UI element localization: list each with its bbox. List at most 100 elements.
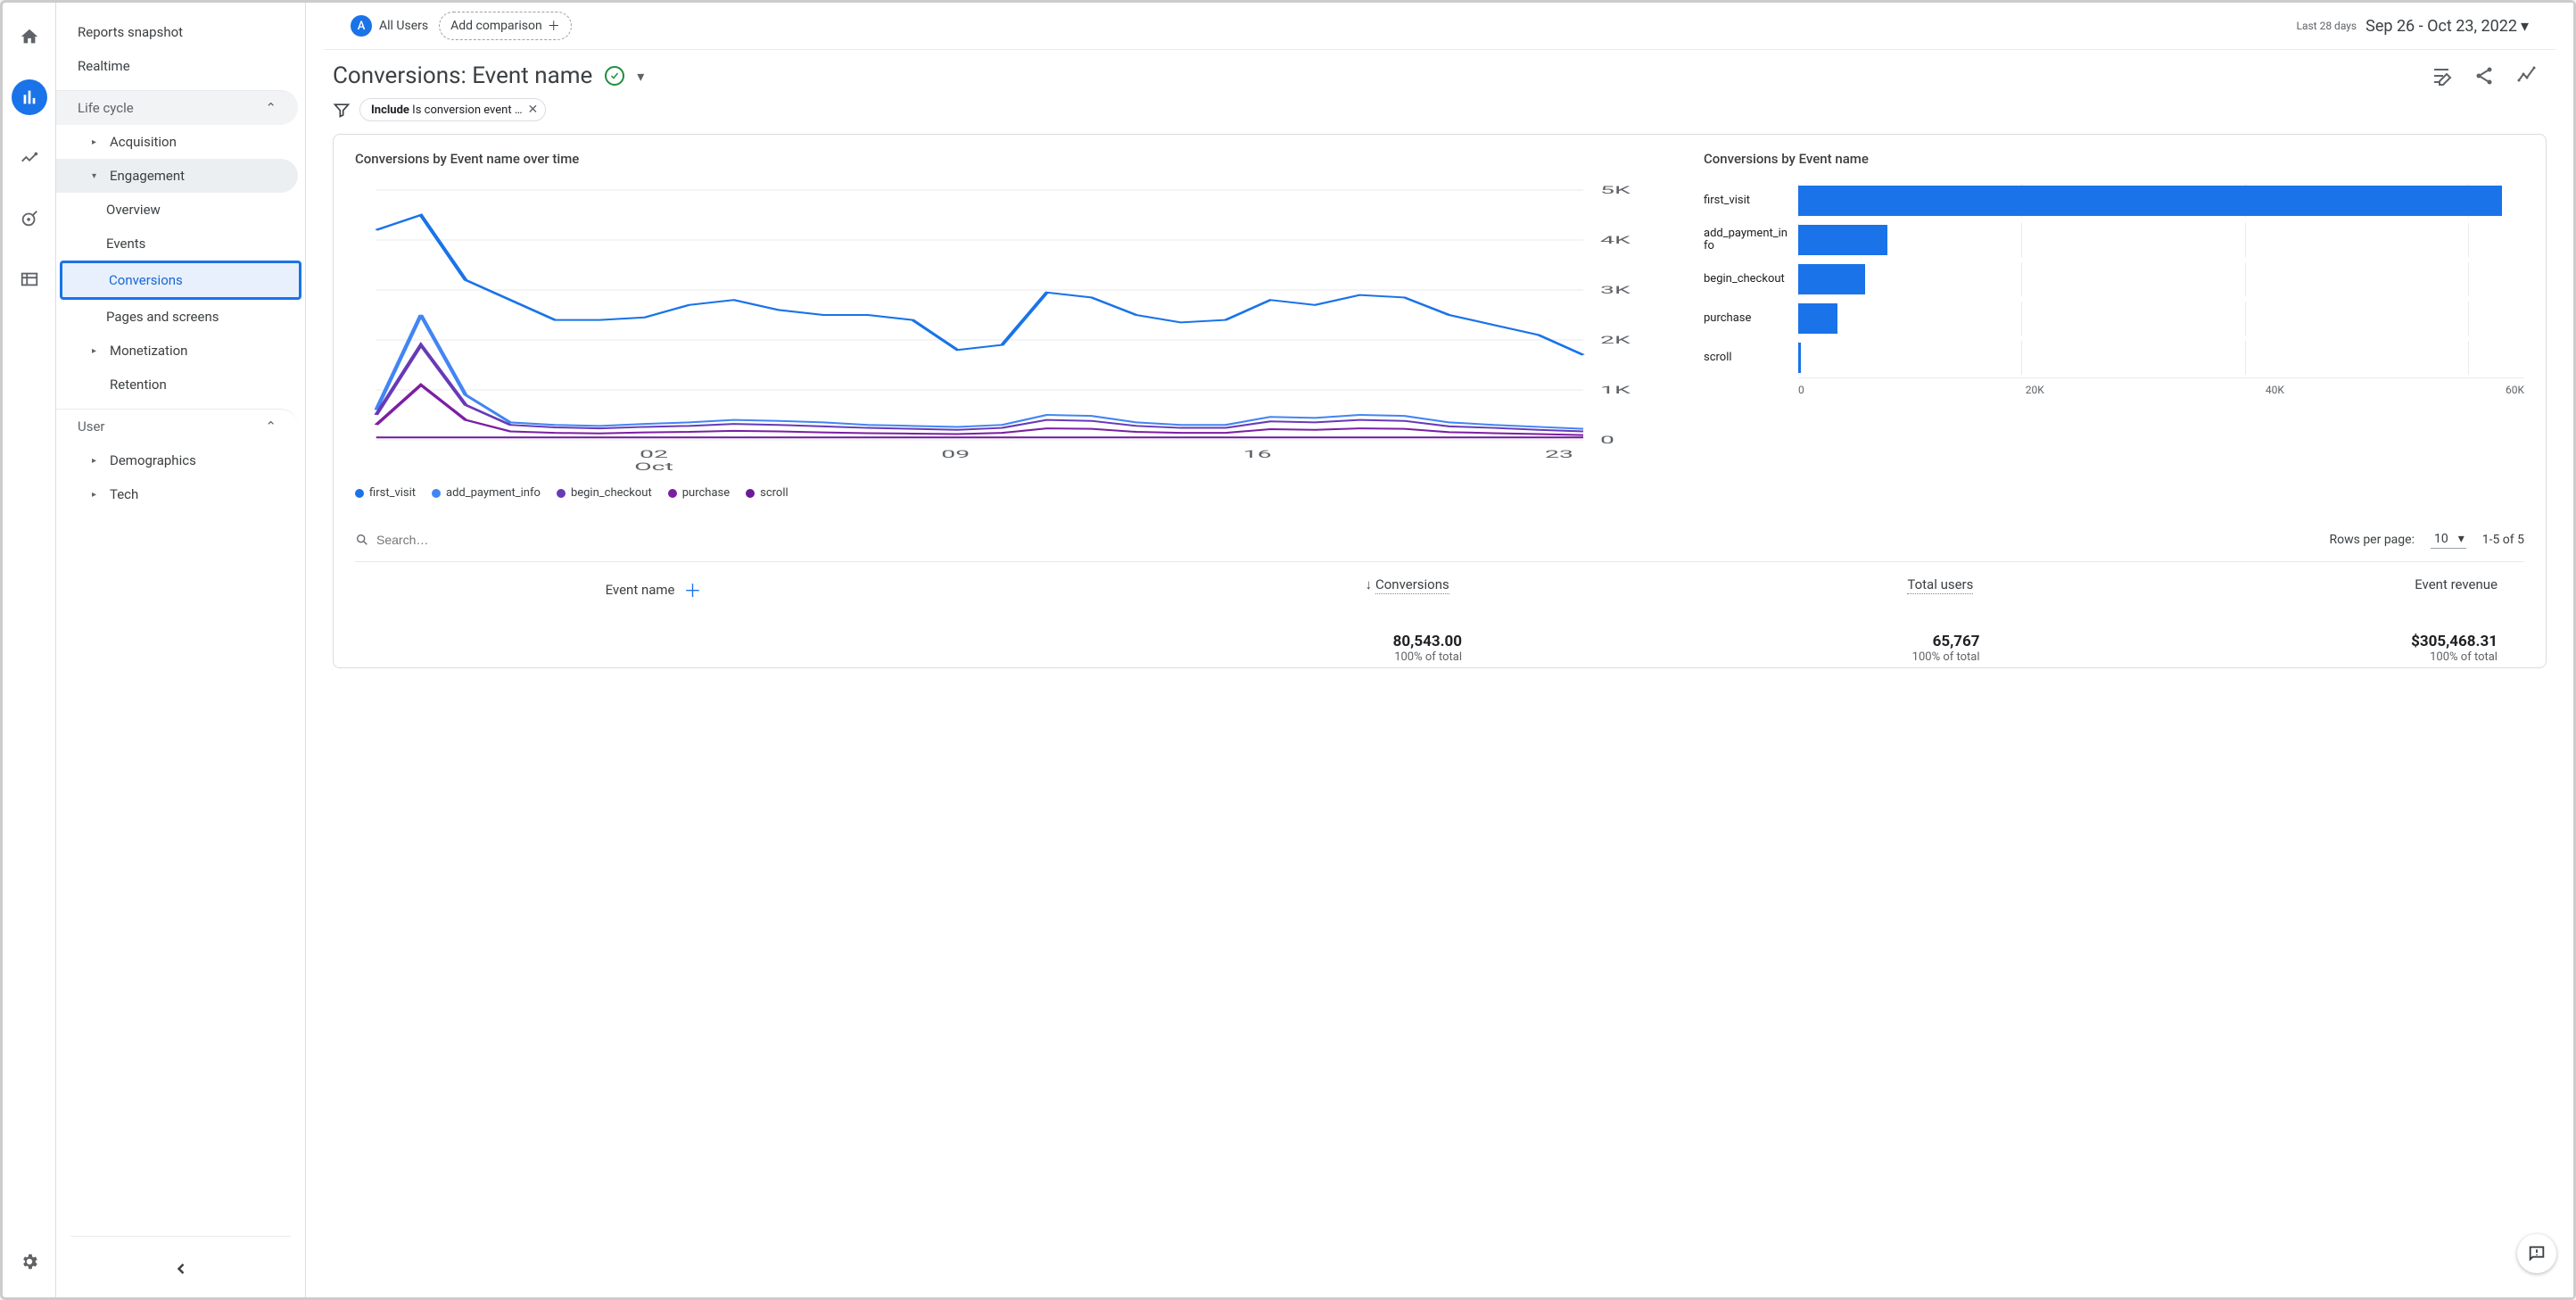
add-comparison-button[interactable]: Add comparison ＋ — [439, 12, 572, 40]
table-icon — [20, 269, 39, 289]
sidebar-sub-engagement[interactable]: ▾Engagement — [56, 159, 298, 193]
bar-label: scroll — [1704, 352, 1793, 364]
line-chart-legend: first_visit add_payment_info begin_checkou… — [355, 476, 1668, 510]
caret-down-icon[interactable]: ▾ — [637, 68, 644, 85]
bar-chart-title: Conversions by Event name — [1704, 151, 2524, 167]
date-range-picker[interactable]: Sep 26 - Oct 23, 2022 ▾ — [2365, 17, 2529, 36]
th-revenue[interactable]: Event revenue — [2000, 576, 2524, 602]
bar-fill — [1798, 303, 1837, 334]
bar-chart: first_visit add_payment_info begin_check… — [1704, 181, 2524, 449]
legend-item[interactable]: begin_checkout — [557, 486, 652, 500]
legend-item[interactable]: first_visit — [355, 486, 416, 500]
total-users: 65,767 — [1489, 633, 1979, 650]
bar-row: first_visit — [1704, 181, 2524, 220]
check-icon — [609, 70, 620, 81]
axis-tick: 60K — [2506, 384, 2524, 396]
rail-explore[interactable] — [12, 140, 47, 176]
table-search[interactable] — [355, 533, 555, 547]
sidebar-leaf-overview[interactable]: Overview — [56, 193, 305, 227]
sidebar-sub-label: Demographics — [110, 452, 196, 468]
filter-text: Is conversion event … — [412, 104, 522, 117]
bar-row: purchase — [1704, 299, 2524, 338]
legend-label: first_visit — [369, 486, 416, 500]
svg-text:02: 02 — [640, 449, 668, 461]
filter-prefix: Include — [371, 104, 409, 117]
axis-tick: 20K — [2026, 384, 2044, 396]
bar-label: add_payment_info — [1704, 228, 1793, 253]
explore-icon — [20, 148, 39, 168]
sidebar-leaf-conversions[interactable]: Conversions — [60, 261, 301, 300]
rail-admin[interactable] — [12, 1244, 47, 1279]
search-icon — [355, 533, 369, 547]
totals-row: 80,543.00 100% of total 65,767 100% of t… — [355, 617, 2524, 667]
bar-fill — [1798, 264, 1865, 294]
share-icon[interactable] — [2473, 65, 2495, 87]
th-event: Event name ＋ — [355, 576, 952, 602]
sidebar-item-realtime[interactable]: Realtime — [56, 49, 298, 83]
close-icon[interactable]: ✕ — [528, 103, 539, 117]
rail-advertising[interactable] — [12, 201, 47, 236]
legend-item[interactable]: add_payment_info — [432, 486, 541, 500]
sidebar-sub-label: Acquisition — [110, 134, 177, 150]
table-toolbar: Rows per page: 10 ▾ 1-5 of 5 — [355, 518, 2524, 561]
sidebar-section-lifecycle[interactable]: Life cycle ⌃ — [56, 90, 298, 125]
sidebar-sub-tech[interactable]: ▸ Tech — [56, 477, 298, 511]
sidebar-item-reports-snapshot[interactable]: Reports snapshot — [56, 15, 298, 49]
bar-track — [1798, 341, 2524, 375]
rail-reports[interactable] — [12, 79, 47, 115]
icon-rail — [3, 3, 56, 1297]
svg-text:23: 23 — [1545, 449, 1573, 461]
legend-label: add_payment_info — [446, 486, 541, 500]
legend-dot-icon — [432, 489, 441, 498]
insights-icon[interactable] — [2516, 65, 2538, 87]
svg-text:1K: 1K — [1600, 385, 1631, 397]
caret-down-icon: ▾ — [92, 171, 101, 181]
th-users[interactable]: Total users — [1476, 576, 2001, 602]
check-badge[interactable] — [605, 66, 624, 86]
bar-fill — [1798, 186, 2502, 216]
bar-track — [1798, 262, 2524, 296]
sidebar-sub-monetization[interactable]: ▸Monetization — [56, 334, 298, 368]
rail-home[interactable] — [12, 19, 47, 54]
chevron-left-icon — [172, 1260, 190, 1278]
svg-text:2K: 2K — [1600, 335, 1631, 347]
add-comparison-label: Add comparison — [450, 19, 542, 33]
sidebar-sub-label: Retention — [110, 377, 167, 393]
rows-per-page-select[interactable]: 10 ▾ — [2431, 530, 2466, 549]
caret-right-icon: ▸ — [92, 346, 101, 356]
sidebar-collapse[interactable] — [56, 1260, 305, 1281]
filter-chip[interactable]: Include Is conversion event … ✕ — [359, 98, 546, 121]
sidebar-sub-acquisition[interactable]: ▸ Acquisition — [56, 125, 298, 159]
filter-icon[interactable] — [333, 101, 351, 119]
filter-row: Include Is conversion event … ✕ — [306, 95, 2573, 134]
chevron-up-icon: ⌃ — [265, 100, 277, 116]
customize-report-icon[interactable] — [2431, 65, 2452, 87]
sidebar-sub-label: Tech — [110, 486, 138, 502]
sidebar-sub-demographics[interactable]: ▸Demographics — [56, 443, 298, 477]
search-input[interactable] — [376, 533, 555, 547]
svg-text:5K: 5K — [1600, 185, 1631, 197]
add-dimension-button[interactable]: ＋ — [684, 576, 702, 602]
legend-item[interactable]: scroll — [746, 486, 788, 500]
feedback-button[interactable] — [2517, 1234, 2556, 1273]
segment-chip[interactable]: A All Users — [351, 15, 428, 37]
th-conversions[interactable]: ↓Conversions — [952, 576, 1476, 602]
bar-label: begin_checkout — [1704, 273, 1793, 286]
bar-row: begin_checkout — [1704, 260, 2524, 299]
rail-configure[interactable] — [12, 261, 47, 297]
bar-axis: 020K40K60K — [1798, 377, 2524, 396]
caret-right-icon: ▸ — [92, 490, 101, 500]
th-event-label: Event name — [606, 582, 675, 598]
legend-item[interactable]: purchase — [668, 486, 730, 500]
caret-right-icon: ▸ — [92, 137, 101, 147]
divider — [70, 1236, 291, 1237]
sidebar-sub-retention[interactable]: Retention — [56, 368, 298, 402]
sidebar-section-user[interactable]: User ⌃ — [56, 409, 298, 443]
rows-per-page-label: Rows per page: — [2329, 533, 2414, 547]
section-user-label: User — [78, 418, 105, 435]
rows-value: 10 — [2434, 532, 2448, 546]
sidebar-leaf-events[interactable]: Events — [56, 227, 305, 261]
title-row: Conversions: Event name ▾ — [306, 50, 2573, 95]
sidebar-leaf-pages-screens[interactable]: Pages and screens — [56, 300, 305, 334]
sort-desc-icon: ↓ — [1365, 576, 1372, 592]
